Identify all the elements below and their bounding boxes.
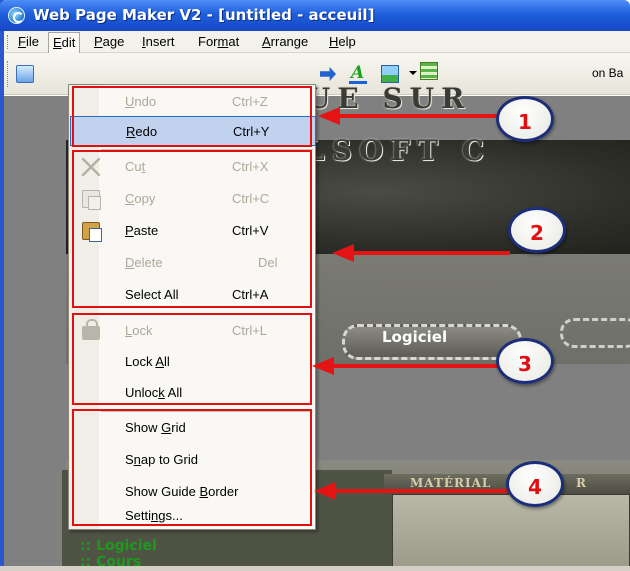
image-tool-icon[interactable] [381, 65, 399, 83]
new-page-icon[interactable] [16, 65, 34, 83]
arrow-head-2 [332, 244, 354, 262]
dropdown-arrow-icon[interactable] [409, 71, 417, 75]
menu-arrange[interactable]: Arrange [262, 34, 308, 49]
arrow-icon[interactable] [320, 67, 336, 81]
annotation-box-2 [72, 150, 312, 308]
menubar-grip[interactable] [7, 35, 10, 49]
column-header-label: MATÉRIAL [410, 476, 492, 490]
content-box [392, 494, 630, 571]
callout-1: 1 [496, 96, 554, 142]
text-tool-icon[interactable] [349, 63, 367, 84]
arrow-head-3 [312, 357, 334, 375]
toolbar-grip[interactable] [7, 61, 10, 87]
banner-text-line-2: LSOFT C [305, 134, 492, 167]
annotation-arrow-4 [334, 489, 508, 493]
sidebar-link-logiciel[interactable]: :: Logiciel [80, 538, 157, 554]
menu-help[interactable]: Help [329, 34, 356, 49]
annotation-arrow-3 [332, 364, 498, 368]
annotation-arrow-2 [352, 251, 510, 255]
annotation-arrow-1 [338, 114, 498, 118]
arrow-head-4 [314, 482, 336, 500]
callout-3: 3 [496, 338, 554, 384]
annotation-box-4 [72, 409, 312, 526]
nav-tab-label: Logiciel [382, 328, 448, 346]
arrow-head-1 [318, 107, 340, 125]
menu-page[interactable]: Page [94, 34, 124, 49]
menu-file[interactable]: File [18, 34, 39, 49]
callout-4: 4 [506, 461, 564, 507]
annotation-box-3 [72, 313, 312, 405]
nav-tab-2[interactable] [560, 318, 630, 348]
table-tool-icon[interactable] [420, 62, 438, 80]
menu-bar: File Edit Page Insert Format Arrange Hel… [4, 31, 630, 53]
callout-2: 2 [508, 207, 566, 253]
title-bar: Web Page Maker V2 - [untitled - acceuil] [0, 0, 630, 31]
menu-insert[interactable]: Insert [142, 34, 175, 49]
menu-format[interactable]: Format [198, 34, 239, 49]
app-logo-icon [8, 7, 25, 24]
window-title: Web Page Maker V2 - [untitled - acceuil] [33, 6, 375, 24]
menu-edit[interactable]: Edit [48, 32, 81, 53]
annotation-box-1 [72, 86, 312, 147]
window-bottom-edge [0, 566, 630, 571]
column-header-label-2: R [576, 476, 586, 490]
toolbar-button-label[interactable]: on Ba [592, 66, 623, 80]
